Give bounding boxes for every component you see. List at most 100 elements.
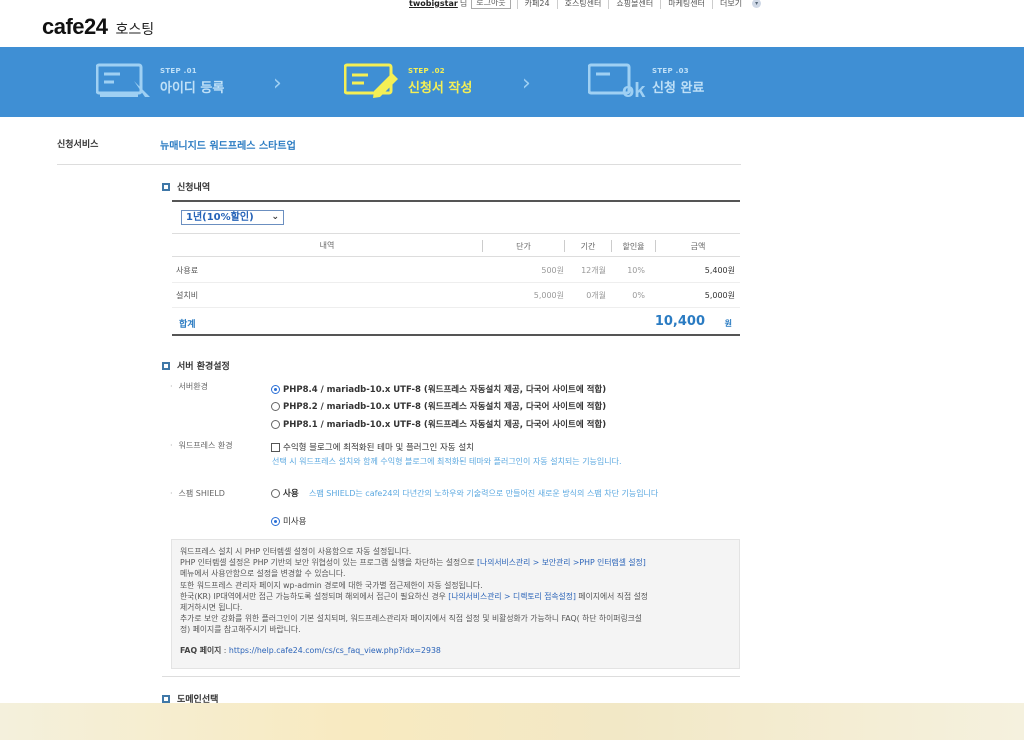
username-link[interactable]: twobigstar [409,0,458,8]
row-discount: 0% [632,290,645,300]
order-title-text: 신청내역 [177,183,211,193]
php84-option[interactable]: PHP8.4 / mariadb-10.x UTF-8 (워드프레스 자동설치 … [271,383,606,395]
php84-radio[interactable] [271,384,280,394]
row-price: 5,000원 [533,290,564,300]
php82-radio[interactable] [271,401,280,411]
php81-label: PHP8.1 / mariadb-10.x UTF-8 (워드프레스 자동설치 … [283,420,607,430]
bottom-banner [0,703,1024,740]
logout-button[interactable]: 로그아웃 [471,0,511,9]
section-bullet-icon [162,182,170,191]
nav-link-hosting[interactable]: 호스팅센터 [556,0,609,9]
nav-link-more[interactable]: 더보기 [712,0,749,9]
row-item: 설치비 [176,290,199,300]
wp-env-label: 워드프레스 환경 [170,440,233,451]
step-3-number: STEP .03 [652,66,689,75]
nav-link-shop[interactable]: 쇼핑몰센터 [608,0,660,9]
spam-use-radio[interactable] [271,488,280,498]
server-section-title: 서버 환경설정 [162,359,230,372]
php81-option[interactable]: PHP8.1 / mariadb-10.x UTF-8 (워드프레스 자동설치 … [271,418,606,430]
period-select-value: 1년(10%할인) [186,212,254,223]
wp-theme-desc: 선택 시 워드프레스 설치와 함께 수익형 블로그에 최적화된 테마와 플러그인… [272,457,622,466]
total-row: 합계 10,400 원 [172,309,740,336]
row-item: 사용료 [176,265,199,275]
service-value: 뉴매니지드 워드프레스 스타트업 [160,141,296,152]
total-unit: 원 [724,319,732,328]
spam-nouse-option[interactable]: 미사용 [271,515,306,527]
total-value: 10,400 [654,314,705,329]
nav-link-marketing[interactable]: 마케팅센터 [660,0,712,9]
svg-text:ok: ok [622,80,646,99]
order-section-title: 신청내역 [162,180,210,193]
spam-desc: 스팸 SHIELD는 cafe24의 다년간의 노하우와 기술력으로 만들어진 … [309,489,659,498]
row-period: 0개월 [586,290,606,300]
row-discount: 10% [627,265,645,275]
step-1: STEP .01 아이디 등록 [95,63,225,99]
site-logo[interactable]: cafe24 호스팅 [42,14,154,40]
step-2-number: STEP .02 [408,66,445,75]
step-1-label: 아이디 등록 [160,80,225,96]
wp-theme-checkbox[interactable] [271,442,280,452]
chevron-down-icon: ⌄ [271,212,279,222]
period-select[interactable]: 1년(10%할인) ⌄ [181,210,284,225]
php81-radio[interactable] [271,419,280,429]
nav-link-cafe24[interactable]: 카페24 [516,0,557,9]
col-amount: 금액 [655,240,740,252]
id-register-icon [95,63,154,99]
info-line: 워드프레스 설치 시 PHP 인터렙셀 설정이 사용함으로 자동 설정됩니다. [180,547,412,556]
col-item: 내역 [319,240,335,250]
step-2-label: 신청서 작성 [408,80,473,96]
step-1-number: STEP .01 [160,66,197,75]
col-price: 단가 [482,240,564,252]
section-divider [162,676,740,677]
order-table: 1년(10%할인) ⌄ 내역 단가 기간 할인율 금액 사용료 500원 12개… [172,200,740,336]
logo-brand: cafe24 [42,14,108,39]
wp-theme-label: 수익형 블로그에 최적화된 테마 및 플러그인 자동 설치 [283,443,474,453]
faq-label: FAQ 페이지 [180,645,222,655]
info-line: 메뉴에서 사용안함으로 설정을 변경할 수 있습니다. [180,569,346,579]
info-notice-box: 워드프레스 설치 시 PHP 인터렙셀 설정이 사용함으로 자동 설정됩니다. … [171,539,740,669]
table-row: 설치비 5,000원 0개월 0% 5,000원 [172,283,740,308]
spam-label: 스팸 SHIELD [170,488,225,499]
info-text: 페이지에서 직접 설정 [575,591,648,601]
row-period: 12개월 [581,265,606,275]
step-banner: STEP .01 아이디 등록 › STEP .02 신청서 작성 › ok S… [0,47,1024,117]
form-write-icon [343,63,402,99]
directory-access-link[interactable]: [나의서비스관리 > 디렉토리 접속설정] [448,592,576,601]
total-label: 합계 [179,320,196,330]
faq-link[interactable]: https://help.cafe24.com/cs/cs_faq_view.p… [229,646,441,655]
php-interceptor-link[interactable]: [나의서비스관리 > 보안관리 >PHP 인터렙셀 설정] [477,558,646,567]
col-period: 기간 [564,240,611,252]
info-text: 한국(KR) IP대역에서만 접근 가능하도록 설정되며 해외에서 접근이 필요… [180,591,449,601]
server-title-text: 서버 환경설정 [177,362,230,372]
row-price: 500원 [541,265,564,275]
row-amount: 5,000원 [704,290,735,300]
table-header: 내역 단가 기간 할인율 금액 [172,233,740,257]
info-line: 정) 페이지를 참고해주시기 바랍니다. [180,625,301,635]
chevron-down-icon[interactable]: ▾ [752,0,762,8]
step-2: STEP .02 신청서 작성 [343,63,473,99]
spam-nouse-radio[interactable] [271,516,280,526]
info-line: PHP 인터렙셀 설정은 PHP 기반의 보안 위협성이 있는 프로그램 실행을… [180,557,731,568]
top-nav: twobigstar 님 로그아웃 카페24 호스팅센터 쇼핑몰센터 마케팅센터… [409,0,762,10]
spam-nouse-label: 미사용 [283,517,307,527]
honorific: 님 [459,0,468,8]
chevron-right-icon: › [273,71,282,96]
wp-theme-option[interactable]: 수익형 블로그에 최적화된 테마 및 플러그인 자동 설치 [271,441,474,453]
chevron-right-icon: › [522,71,531,96]
section-bullet-icon [162,361,170,370]
service-label: 신청서비스 [57,140,99,150]
row-amount: 5,400원 [704,265,735,275]
server-env-label: 서버환경 [170,381,208,392]
logo-sub: 호스팅 [115,22,155,38]
info-line: 한국(KR) IP대역에서만 접근 가능하도록 설정되며 해외에서 접근이 필요… [180,591,731,602]
faq-line: FAQ 페이지 : https://help.cafe24.com/cs/cs_… [180,645,441,655]
section-bullet-icon [162,694,170,703]
php82-label: PHP8.2 / mariadb-10.x UTF-8 (워드프레스 자동설치 … [283,402,607,412]
php82-option[interactable]: PHP8.2 / mariadb-10.x UTF-8 (워드프레스 자동설치 … [271,400,606,412]
service-row: 신청서비스 뉴매니지드 워드프레스 스타트업 [57,137,741,165]
php84-label: PHP8.4 / mariadb-10.x UTF-8 (워드프레스 자동설치 … [283,385,607,395]
col-discount: 할인율 [611,240,655,252]
ok-complete-icon: ok [587,63,646,102]
table-row: 사용료 500원 12개월 10% 5,400원 [172,258,740,283]
spam-use-option[interactable]: 사용 [271,487,299,499]
